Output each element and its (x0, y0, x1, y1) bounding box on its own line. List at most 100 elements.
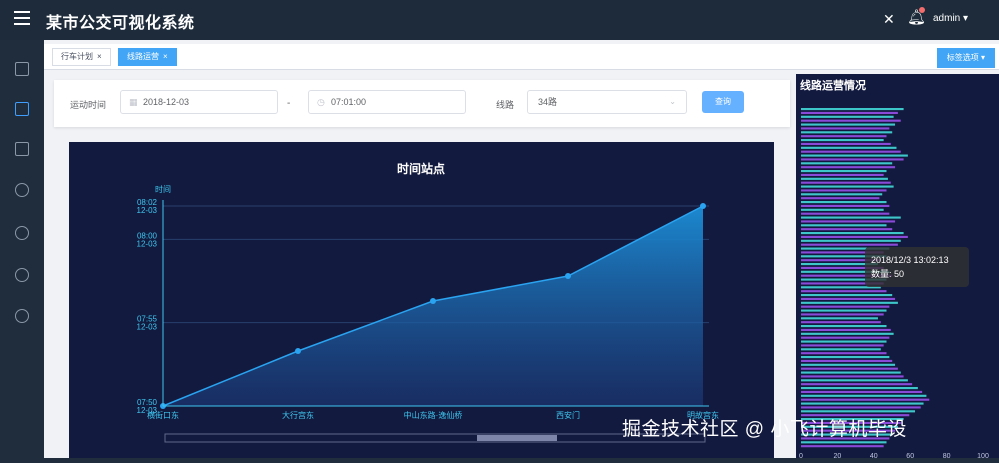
data-point[interactable] (565, 273, 571, 279)
bar[interactable] (801, 445, 884, 448)
tab-options-button[interactable]: 标签选项 ▾ (936, 48, 995, 68)
bar[interactable] (801, 390, 923, 394)
data-point[interactable] (700, 203, 706, 209)
y-tick-label: 12-03 (137, 323, 158, 332)
bar[interactable] (801, 313, 884, 316)
globe-icon[interactable] (15, 268, 29, 282)
bar[interactable] (801, 367, 898, 370)
bar[interactable] (801, 344, 884, 347)
bar[interactable] (801, 135, 887, 138)
bar[interactable] (801, 139, 884, 142)
bar[interactable] (801, 309, 887, 312)
bar[interactable] (801, 394, 927, 397)
bar[interactable] (801, 301, 898, 304)
bar[interactable] (801, 204, 890, 208)
bar[interactable] (801, 197, 880, 200)
bar[interactable] (801, 193, 883, 196)
clock-icon[interactable] (15, 226, 29, 240)
bar[interactable] (801, 317, 878, 320)
bar[interactable] (801, 441, 887, 444)
bar[interactable] (801, 201, 887, 204)
date-picker[interactable]: ▦ 2018-12-03 (120, 90, 278, 114)
tab-options-label: 标签选项 (946, 53, 979, 62)
bar[interactable] (801, 348, 881, 351)
bar[interactable] (801, 154, 908, 157)
bar[interactable] (801, 108, 904, 111)
user-menu[interactable]: admin ▾ (933, 13, 968, 24)
bar[interactable] (801, 150, 901, 153)
bar[interactable] (801, 379, 908, 382)
bar[interactable] (801, 340, 887, 343)
bar[interactable] (801, 325, 887, 328)
bar[interactable] (801, 336, 890, 339)
bar[interactable] (801, 119, 901, 122)
bar[interactable] (801, 235, 908, 239)
bar[interactable] (801, 410, 915, 413)
bar[interactable] (801, 243, 898, 246)
bar[interactable] (801, 305, 890, 308)
bar[interactable] (801, 398, 930, 401)
data-zoom-handle[interactable] (477, 435, 557, 441)
bar[interactable] (801, 111, 898, 115)
bar[interactable] (801, 115, 894, 118)
bar[interactable] (801, 170, 887, 173)
bar[interactable] (801, 290, 887, 293)
top-bar: 某市公交可视化系统 ✕ 🔔︎ admin ▾ (0, 0, 999, 40)
bar[interactable] (801, 294, 893, 297)
database-icon[interactable] (15, 142, 29, 156)
bar[interactable] (801, 232, 904, 235)
home-icon[interactable] (15, 62, 29, 76)
query-button[interactable]: 查询 (702, 91, 744, 113)
bar[interactable] (801, 328, 891, 332)
bar[interactable] (801, 297, 896, 301)
bar[interactable] (801, 321, 881, 324)
bar[interactable] (801, 181, 891, 184)
smile-icon[interactable] (15, 183, 29, 197)
bar[interactable] (801, 363, 896, 366)
close-icon[interactable]: × (97, 52, 102, 61)
fullscreen-icon[interactable]: ✕ (883, 11, 895, 28)
bar[interactable] (801, 375, 904, 378)
bar[interactable] (801, 177, 888, 180)
bar[interactable] (801, 162, 893, 165)
bar[interactable] (801, 387, 918, 390)
bar[interactable] (801, 228, 893, 231)
bar[interactable] (801, 239, 901, 242)
tab-driving-plan[interactable]: 行车计划 × (52, 48, 111, 66)
dashboard-icon[interactable] (15, 102, 29, 116)
bar[interactable] (801, 131, 893, 134)
bar[interactable] (801, 185, 894, 188)
menu-icon[interactable] (14, 11, 30, 25)
bar[interactable] (801, 224, 887, 227)
bar[interactable] (801, 158, 904, 161)
bar[interactable] (801, 383, 913, 386)
globe-icon[interactable] (15, 309, 29, 323)
line-operation-chart: 线路运营情况 0 20 40 60 80 100 2018/12/3 13:02:13 数… (796, 74, 999, 458)
bar[interactable] (801, 212, 890, 215)
bar[interactable] (801, 406, 921, 409)
bar[interactable] (801, 166, 896, 169)
data-point[interactable] (295, 348, 301, 354)
bar[interactable] (801, 371, 901, 374)
calendar-icon: ▦ (129, 97, 138, 107)
tab-line-operation[interactable]: 线路运营 × (118, 48, 177, 66)
bar[interactable] (801, 142, 891, 146)
bar[interactable] (801, 127, 890, 130)
bar[interactable] (801, 332, 894, 335)
bar[interactable] (801, 189, 887, 192)
bar[interactable] (801, 352, 887, 355)
data-point[interactable] (430, 298, 436, 304)
bar[interactable] (801, 216, 901, 219)
bar[interactable] (801, 356, 890, 359)
bar[interactable] (801, 220, 896, 223)
close-icon[interactable]: × (163, 52, 168, 61)
time-station-chart: 时间站点 时间 07:50 12-03 07:55 12-03 08:00 12-03 08… (69, 142, 774, 458)
time-picker[interactable]: ◷ 07:01:00 (308, 90, 466, 114)
bar[interactable] (801, 402, 924, 405)
bar[interactable] (801, 173, 884, 177)
bar[interactable] (801, 146, 897, 149)
bar[interactable] (801, 208, 884, 211)
bar[interactable] (801, 359, 893, 363)
bar[interactable] (801, 123, 896, 126)
line-select[interactable]: 34路 ⌄ (527, 90, 687, 114)
